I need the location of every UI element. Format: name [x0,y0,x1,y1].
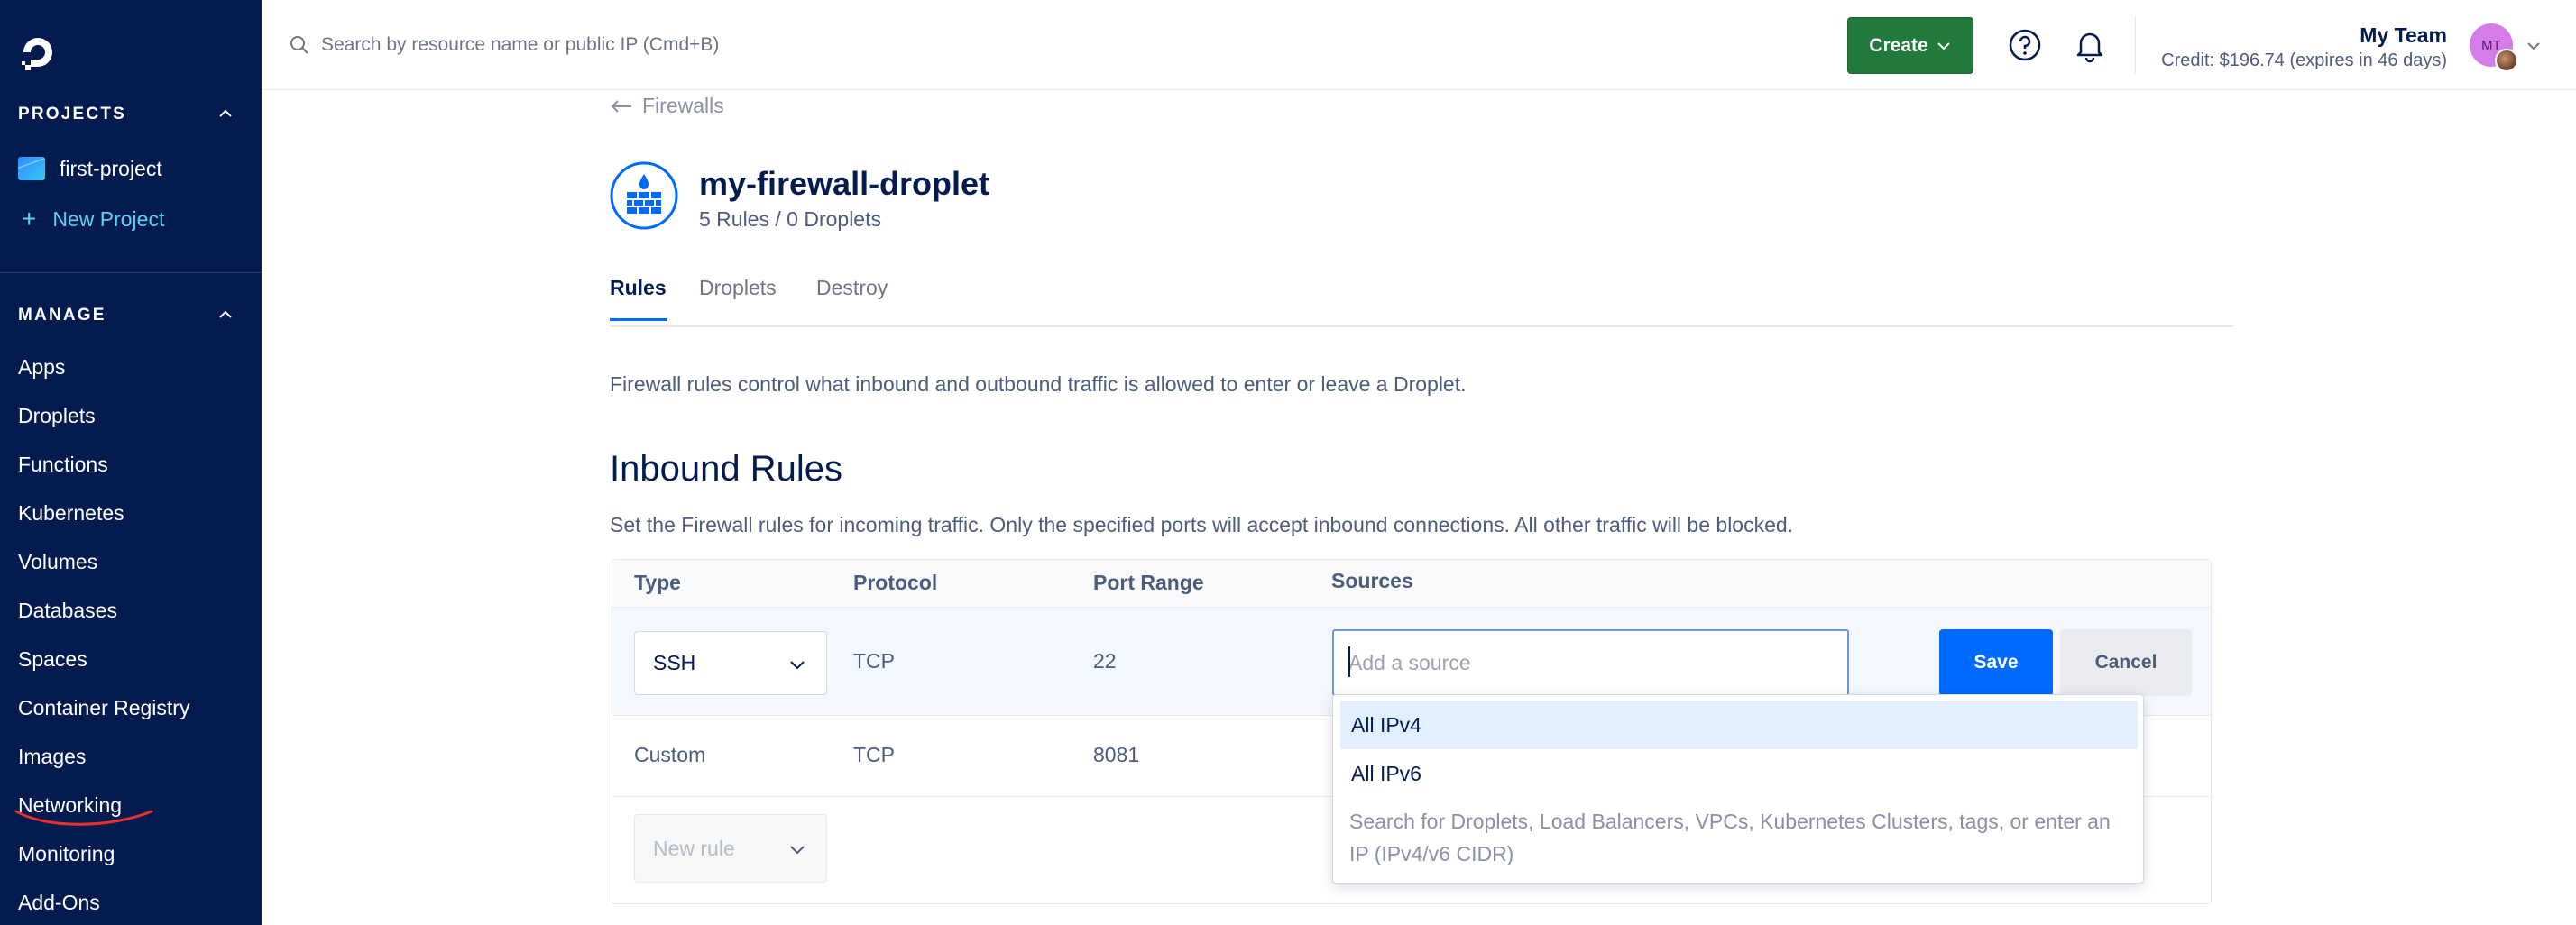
project-label: first-project [60,156,162,180]
sidebar-item-add-ons[interactable]: Add-Ons [18,891,100,915]
column-header-sources: Sources [1331,569,1413,592]
new-project-link[interactable]: + New Project [18,203,164,235]
tabs: Rules Droplets Destroy [610,276,2233,327]
column-header-port-range: Port Range [1093,571,1204,594]
new-rule-select[interactable]: New rule [634,814,827,883]
type-cell: Custom [634,743,706,766]
inbound-rules-title: Inbound Rules [610,449,842,489]
protocol-cell: TCP [853,743,895,766]
sidebar-item-functions[interactable]: Functions [18,453,108,477]
arrow-left-icon [611,99,631,113]
new-project-label: New Project [52,206,165,231]
search-icon [290,36,308,54]
user-photo-avatar [2495,49,2518,72]
bell-icon[interactable] [2073,27,2107,63]
team-credit: Credit: $196.74 (expires in 46 days) [2161,50,2447,70]
sidebar: PROJECTS first-project + New Project MAN… [0,0,262,925]
add-source-input[interactable] [1332,629,1849,696]
sidebar-item-monitoring[interactable]: Monitoring [18,842,115,866]
save-button[interactable]: Save [1939,629,2053,696]
plus-icon: + [22,205,37,233]
project-icon [18,157,45,180]
page-description: Firewall rules control what inbound and … [610,372,1467,396]
source-dropdown: All IPv4 All IPv6 Search for Droplets, L… [1332,694,2144,884]
dropdown-option-all-ipv6[interactable]: All IPv6 [1340,749,2138,798]
back-link-label: Firewalls [642,94,724,117]
sidebar-item-spaces[interactable]: Spaces [18,647,87,672]
sidebar-item-databases[interactable]: Databases [18,599,117,623]
new-rule-placeholder: New rule [653,836,735,860]
protocol-cell: TCP [853,649,895,673]
type-select-value: SSH [653,651,696,674]
header-divider [2135,16,2136,74]
type-select[interactable]: SSH [634,631,827,695]
text-caret [1348,646,1350,677]
sidebar-item-container-registry[interactable]: Container Registry [18,696,189,720]
chevron-down-icon [790,661,805,670]
column-header-protocol: Protocol [853,571,938,594]
dropdown-option-all-ipv4[interactable]: All IPv4 [1340,701,2138,749]
help-icon[interactable] [2008,28,2042,62]
firewall-icon [610,161,678,230]
manage-section-title: MANAGE [18,306,106,325]
tab-rules[interactable]: Rules [610,276,667,321]
chevron-up-icon[interactable] [216,306,235,324]
team-name[interactable]: My Team [2360,23,2447,48]
column-header-type: Type [634,571,681,594]
sidebar-item-volumes[interactable]: Volumes [18,550,97,574]
projects-section-title: PROJECTS [18,105,127,124]
port-range-cell: 8081 [1093,743,1140,766]
chevron-down-icon [790,846,805,855]
chevron-down-icon [1937,41,1950,50]
page-subtitle: 5 Rules / 0 Droplets [699,207,881,231]
cancel-button[interactable]: Cancel [2060,629,2192,696]
create-button[interactable]: Create [1847,17,1973,74]
tab-destroy[interactable]: Destroy [816,276,888,318]
digitalocean-logo[interactable] [18,32,58,72]
annotation-underline [14,810,153,826]
port-range-cell: 22 [1093,649,1117,673]
sidebar-divider [0,272,262,273]
sidebar-project-first-project[interactable]: first-project [18,152,162,185]
sidebar-item-apps[interactable]: Apps [18,355,65,380]
chevron-up-icon[interactable] [216,105,235,123]
tab-droplets[interactable]: Droplets [699,276,777,318]
inbound-rules-description: Set the Firewall rules for incoming traf… [610,513,1794,536]
create-label: Create [1869,34,1928,56]
chevron-down-icon[interactable] [2525,38,2542,54]
top-header: Create My Team Credit: $196.74 (expires … [262,0,2576,90]
sidebar-item-images[interactable]: Images [18,745,86,769]
page-title: my-firewall-droplet [699,165,990,202]
back-to-firewalls-link[interactable]: Firewalls [610,94,724,118]
sidebar-item-kubernetes[interactable]: Kubernetes [18,501,124,526]
dropdown-hint: Search for Droplets, Load Balancers, VPC… [1349,810,2111,865]
search-input[interactable] [321,27,952,63]
sidebar-item-droplets[interactable]: Droplets [18,404,96,428]
